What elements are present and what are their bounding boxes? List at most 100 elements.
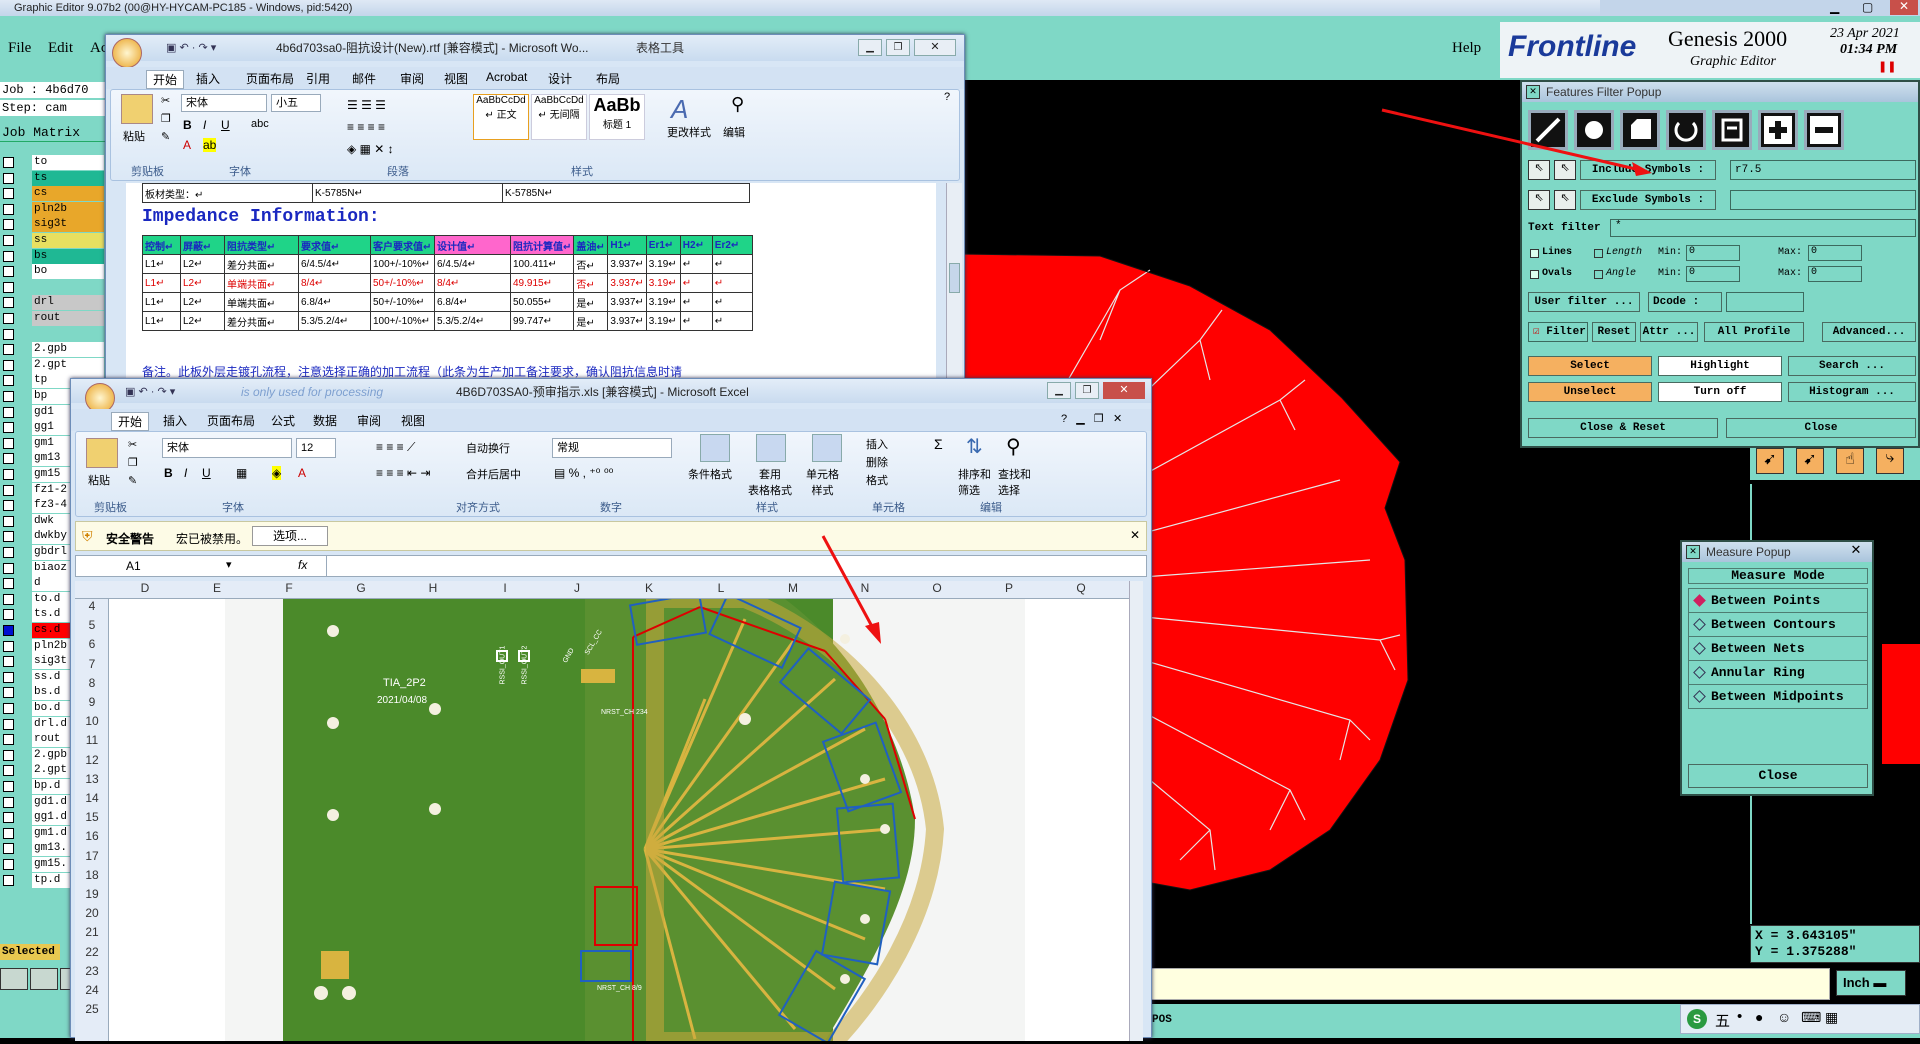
lines-checkbox[interactable]: [1530, 249, 1539, 258]
zoom-area-icon[interactable]: [0, 968, 28, 990]
column-header[interactable]: K: [613, 581, 685, 595]
excel-tab[interactable]: 数据: [313, 412, 337, 429]
layer-row[interactable]: cs: [0, 186, 105, 202]
layer-checkbox[interactable]: [3, 469, 14, 480]
layer-checkbox[interactable]: [3, 406, 14, 418]
layer-checkbox[interactable]: [3, 609, 14, 621]
excel-painter-icon[interactable]: ✎: [128, 474, 137, 487]
layer-name[interactable]: pln2b: [32, 201, 104, 217]
word-tab[interactable]: 开始: [146, 70, 185, 89]
word-scroll-thumb[interactable]: [949, 263, 960, 293]
layer-checkbox[interactable]: [3, 734, 14, 746]
sort-label[interactable]: 排序和 筛选: [958, 466, 991, 498]
paste-label[interactable]: 粘贴: [123, 128, 145, 144]
layer-checkbox[interactable]: [3, 344, 14, 356]
highlight-button[interactable]: Highlight: [1658, 356, 1782, 376]
layer-checkbox[interactable]: [3, 718, 14, 730]
row-header[interactable]: 24: [75, 983, 109, 997]
style-tile[interactable]: AaBbCcDd ↵ 正文: [473, 94, 529, 140]
layer-checkbox[interactable]: [3, 781, 14, 792]
dcode-input[interactable]: [1726, 292, 1804, 312]
options-button[interactable]: 选项...: [252, 526, 328, 546]
copy-icon[interactable]: ❐: [161, 112, 171, 125]
layer-checkbox[interactable]: [3, 157, 14, 168]
layer-checkbox[interactable]: [3, 827, 14, 839]
close-reset-button[interactable]: Close & Reset: [1528, 418, 1718, 438]
measure-mode-item[interactable]: Annular Ring: [1688, 660, 1868, 685]
row-header[interactable]: 20: [75, 906, 109, 920]
excel-underline-icon[interactable]: U: [202, 466, 211, 480]
layer-checkbox[interactable]: [3, 375, 14, 387]
cell-style-icon[interactable]: [812, 434, 842, 462]
layer-checkbox[interactable]: [3, 281, 14, 293]
find-label[interactable]: 查找和 选择: [998, 466, 1031, 498]
row-header[interactable]: 8: [75, 676, 109, 690]
find-select-icon[interactable]: ⚲: [1006, 434, 1021, 459]
excel-minimize-icon[interactable]: ▁: [1047, 382, 1071, 399]
include-symbols-input[interactable]: r7.5: [1730, 160, 1916, 180]
fx-icon[interactable]: fx: [298, 558, 307, 572]
menu-help[interactable]: Help: [1452, 40, 1481, 57]
layer-name[interactable]: to: [32, 155, 104, 170]
exclude-symbols-button[interactable]: Exclude Symbols :: [1580, 190, 1716, 210]
column-header[interactable]: Q: [1045, 581, 1117, 595]
exclude-symbols-input[interactable]: [1730, 190, 1916, 210]
layer-row[interactable]: [0, 279, 105, 295]
strike-icon[interactable]: abc: [251, 118, 269, 130]
layer-checkbox[interactable]: [3, 812, 14, 824]
row-header[interactable]: 18: [75, 868, 109, 882]
edit-label[interactable]: 编辑: [723, 124, 745, 140]
job-matrix-button[interactable]: Job Matrix: [0, 124, 105, 142]
excel-paste-icon[interactable]: [86, 438, 118, 468]
change-styles-icon[interactable]: A: [671, 94, 688, 125]
column-header[interactable]: H: [397, 581, 469, 595]
layer-checkbox[interactable]: [3, 547, 14, 558]
layer-name[interactable]: rout: [32, 311, 104, 326]
row-header[interactable]: 14: [75, 791, 109, 805]
word-tab[interactable]: 引用: [306, 70, 330, 87]
select-pointer-icon[interactable]: ➹: [1796, 448, 1824, 474]
worksheet[interactable]: DEFGHIJKLMNOPQ 4 5 6 7 8 9 10 11 12 13 14 15 16 17 18 1…: [75, 581, 1143, 1044]
layer-checkbox[interactable]: [3, 203, 14, 215]
row-header[interactable]: 13: [75, 772, 109, 786]
change-styles-label[interactable]: 更改样式: [667, 124, 711, 140]
word-tab[interactable]: 审阅: [400, 70, 424, 87]
measure-close-icon[interactable]: ✕: [1842, 542, 1870, 560]
layer-checkbox[interactable]: [3, 266, 14, 278]
measure-mode-item[interactable]: Between Midpoints: [1688, 684, 1868, 709]
row-header[interactable]: 15: [75, 810, 109, 824]
word-tab[interactable]: 布局: [596, 70, 620, 87]
row-header[interactable]: 4: [75, 599, 109, 613]
column-header[interactable]: G: [325, 581, 397, 595]
excel-quick-access[interactable]: ▣ ↶ · ↷ ▾: [125, 379, 175, 405]
ime-keyboard-icon[interactable]: ⌨: [1801, 1009, 1821, 1026]
column-header[interactable]: O: [901, 581, 973, 595]
column-header[interactable]: J: [541, 581, 613, 595]
advanced-button[interactable]: Advanced...: [1822, 322, 1916, 342]
layer-name[interactable]: [32, 326, 104, 342]
layer-checkbox[interactable]: [3, 843, 14, 855]
word-close-icon[interactable]: ✕: [914, 39, 956, 56]
ime-tools-icon[interactable]: ▦: [1825, 1009, 1838, 1026]
namebox-dropdown-icon[interactable]: ▾: [226, 558, 232, 571]
layer-checkbox[interactable]: [3, 437, 14, 449]
find-icon[interactable]: ⚲: [731, 94, 744, 115]
excel-tab[interactable]: 页面布局: [207, 412, 255, 429]
underline-icon[interactable]: U: [221, 118, 230, 132]
excel-halign-icons[interactable]: ≡ ≡ ≡ ⇤ ⇥: [376, 466, 430, 480]
layer-checkbox[interactable]: [3, 250, 14, 262]
layer-checkbox[interactable]: [3, 391, 14, 402]
word-tab[interactable]: 页面布局: [246, 70, 294, 87]
formula-input[interactable]: [326, 556, 1146, 576]
excel-scrollbar[interactable]: [1129, 581, 1143, 1041]
cond-format-label[interactable]: 条件格式: [688, 466, 732, 482]
layer-checkbox[interactable]: [3, 500, 14, 512]
excel-bold-icon[interactable]: B: [164, 466, 173, 480]
excel-tab[interactable]: 插入: [163, 412, 187, 429]
security-close-icon[interactable]: ✕: [1130, 528, 1140, 542]
layer-checkbox[interactable]: [3, 219, 14, 231]
layer-name[interactable]: bs: [32, 248, 104, 264]
layer-name[interactable]: sig3t: [32, 217, 104, 233]
radio-icon[interactable]: [1693, 618, 1706, 631]
insert-button[interactable]: 插入: [866, 436, 888, 452]
